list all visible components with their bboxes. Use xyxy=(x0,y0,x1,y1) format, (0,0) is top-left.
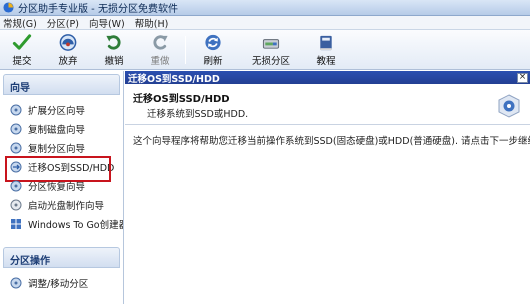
panel-title: 迁移OS到SSD/HDD xyxy=(128,73,220,85)
menu-help[interactable]: 帮助(H) xyxy=(132,16,176,30)
window-title: 分区助手专业版 - 无损分区免费软件 xyxy=(18,4,178,15)
copy-partition-icon xyxy=(10,142,22,153)
wizard-list: 扩展分区向导 复制磁盘向导 复制分区向导 迁移OS到SSD/HDD 分区恢复向导… xyxy=(0,95,123,237)
sidebar-item-label: 调整/移动分区 xyxy=(28,278,89,290)
discard-button[interactable]: 放弃 xyxy=(46,33,90,67)
sidebar-item-label: 分区恢复向导 xyxy=(28,181,86,193)
menu-general[interactable]: 常规(G) xyxy=(0,16,44,30)
sidebar: 向导 扩展分区向导 复制磁盘向导 复制分区向导 迁移OS到SSD/HDD 分区恢… xyxy=(0,71,124,304)
copy-disk-icon xyxy=(10,123,22,134)
migrate-os-icon xyxy=(10,161,22,172)
undo-button[interactable]: 撤销 xyxy=(92,33,136,67)
menu-wizard[interactable]: 向导(W) xyxy=(86,16,132,30)
partition-ops-list: 调整/移动分区 xyxy=(0,268,123,296)
sidebar-item-windows-to-go[interactable]: Windows To Go创建器 xyxy=(0,214,123,233)
discard-icon xyxy=(59,34,77,51)
book-icon xyxy=(320,35,332,51)
close-button[interactable]: × xyxy=(517,72,528,83)
wizard-banner-title: 迁移OS到SSD/HDD xyxy=(133,94,230,105)
sidebar-item-migrate-os[interactable]: 迁移OS到SSD/HDD xyxy=(0,156,123,182)
sidebar-item-copy-partition[interactable]: 复制分区向导 xyxy=(0,138,123,157)
refresh-label: 刷新 xyxy=(203,56,223,67)
wizard-panel: 迁移OS到SSD/HDD × 迁移OS到SSD/HDD 迁移系统到SSD或HDD… xyxy=(125,71,530,304)
partition-recovery-icon xyxy=(10,180,22,191)
redo-icon xyxy=(153,35,168,50)
discard-label: 放弃 xyxy=(58,56,78,67)
migrate-os-logo-icon xyxy=(498,94,520,118)
windows-to-go-icon xyxy=(11,218,21,229)
title-bar: 分区助手专业版 - 无损分区免费软件 xyxy=(0,0,530,16)
sidebar-item-extend-partition[interactable]: 扩展分区向导 xyxy=(0,100,123,119)
sidebar-item-label: 启动光盘制作向导 xyxy=(28,200,105,212)
checkmark-icon xyxy=(12,34,32,50)
partition-ops-section-header[interactable]: 分区操作 xyxy=(3,247,120,268)
sidebar-item-bootable-disc[interactable]: 启动光盘制作向导 xyxy=(0,195,123,214)
menu-bar: 常规(G) 分区(P) 向导(W) 帮助(H) xyxy=(0,16,530,30)
submit-button[interactable]: 提交 xyxy=(0,33,44,67)
bootable-disc-icon xyxy=(10,199,22,210)
wizard-description: 这个向导程序将帮助您迁移当前操作系统到SSD(固态硬盘)或HDD(普通硬盘). … xyxy=(133,136,530,147)
panel-header: 迁移OS到SSD/HDD × xyxy=(125,71,530,85)
tutorial-button[interactable]: 教程 xyxy=(304,33,348,67)
refresh-button[interactable]: 刷新 xyxy=(191,33,235,67)
extend-partition-icon xyxy=(10,104,22,115)
refresh-icon xyxy=(205,34,221,51)
sidebar-item-label: 迁移OS到SSD/HDD xyxy=(28,162,115,174)
sidebar-item-partition-recovery[interactable]: 分区恢复向导 xyxy=(0,176,123,195)
wizard-banner: 迁移OS到SSD/HDD 迁移系统到SSD或HDD. xyxy=(125,84,530,125)
sidebar-item-resize-move[interactable]: 调整/移动分区 xyxy=(0,273,123,292)
wizard-section-header[interactable]: 向导 xyxy=(3,74,120,95)
wizard-banner-subtitle: 迁移系统到SSD或HDD. xyxy=(147,109,249,120)
redo-label: 重做 xyxy=(150,56,170,67)
sidebar-item-label: Windows To Go创建器 xyxy=(28,219,124,231)
submit-label: 提交 xyxy=(12,56,32,67)
redo-button[interactable]: 重做 xyxy=(138,33,182,67)
tutorial-label: 教程 xyxy=(316,56,336,67)
lossless-partition-label: 无损分区 xyxy=(251,56,290,67)
disk-partition-icon xyxy=(262,39,280,49)
sidebar-item-copy-disk[interactable]: 复制磁盘向导 xyxy=(0,119,123,138)
resize-move-icon xyxy=(10,277,22,288)
app-logo-icon xyxy=(3,2,14,13)
lossless-partition-button[interactable]: 无损分区 xyxy=(245,33,297,67)
sidebar-item-label: 扩展分区向导 xyxy=(28,105,86,117)
undo-icon xyxy=(106,35,121,50)
toolbar-separator xyxy=(185,36,186,64)
menu-partition[interactable]: 分区(P) xyxy=(44,16,86,30)
sidebar-item-label: 复制磁盘向导 xyxy=(28,124,86,136)
undo-label: 撤销 xyxy=(104,56,124,67)
toolbar: 提交 放弃 撤销 重做 刷新 无损分区 教程 xyxy=(0,30,530,70)
sidebar-item-label: 复制分区向导 xyxy=(28,143,86,155)
